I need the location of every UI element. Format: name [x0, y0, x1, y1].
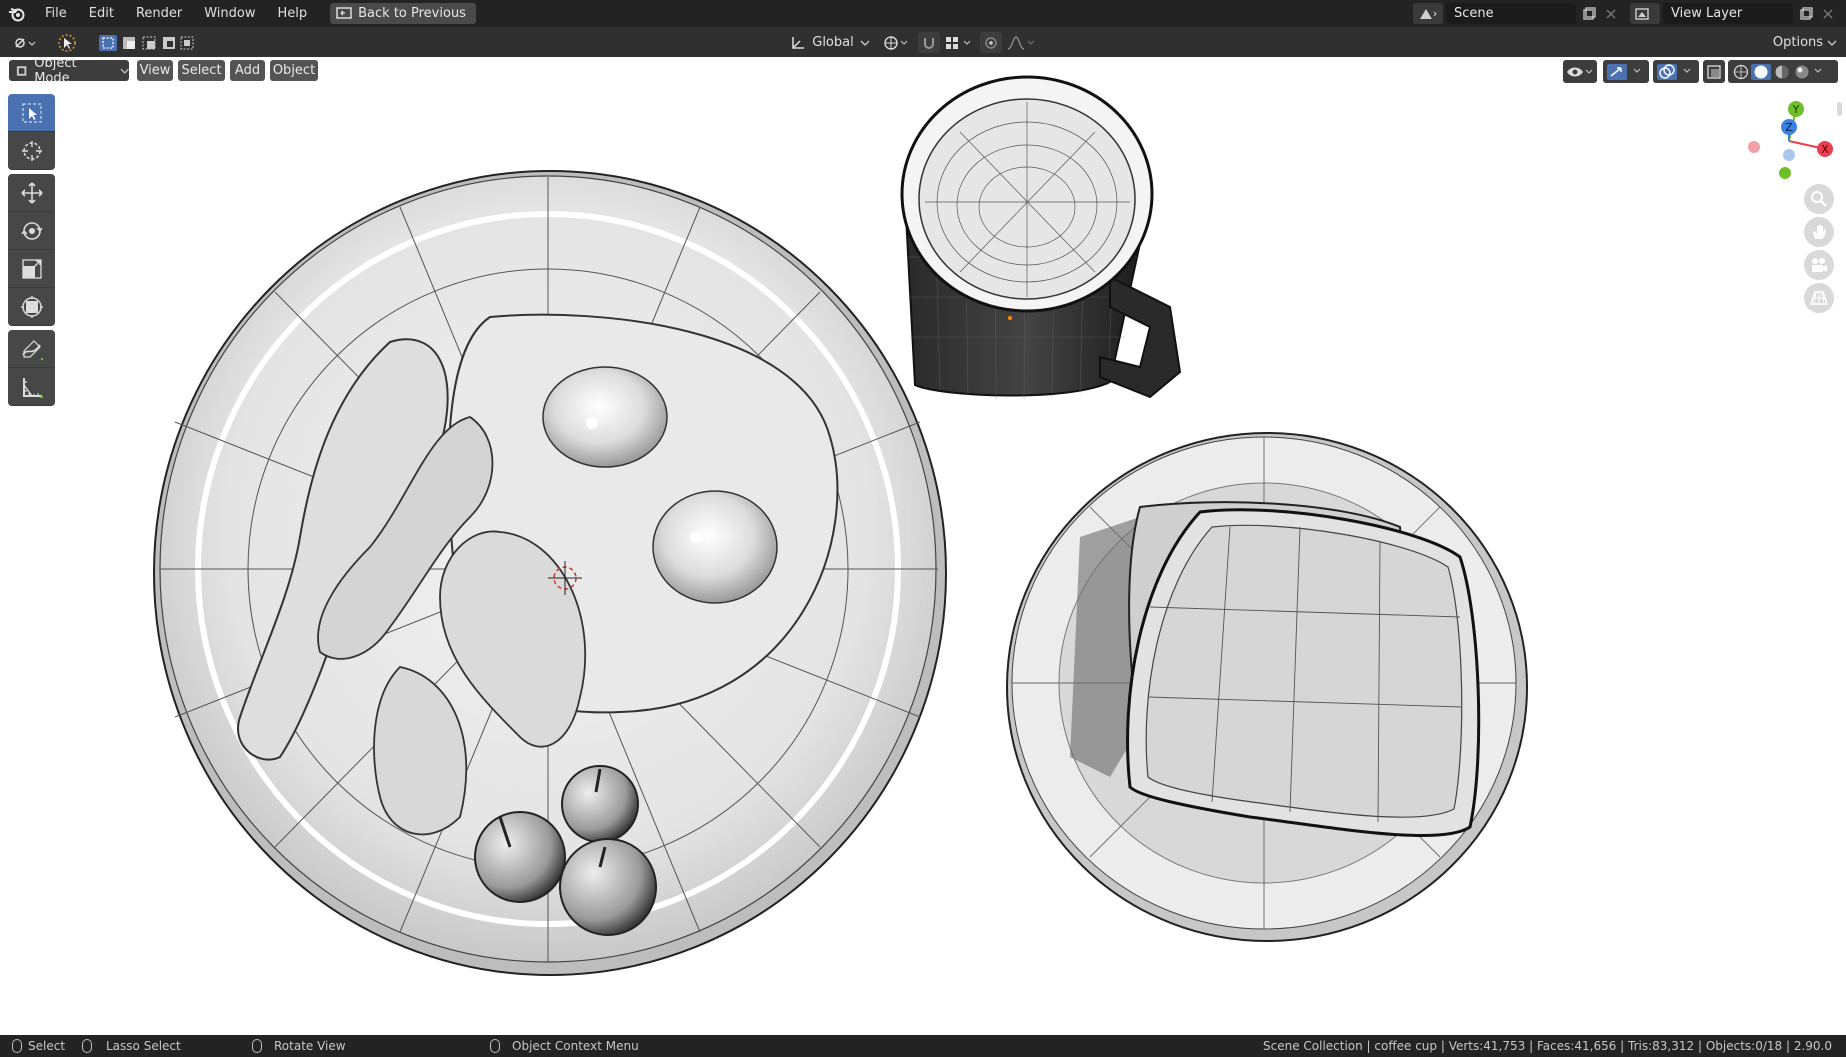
status-select-label: Select [28, 1039, 66, 1053]
select-box-tool[interactable] [8, 94, 55, 132]
gizmo-toggle-icon[interactable] [1603, 60, 1649, 83]
status-context-hint: Object Context Menu [490, 1035, 639, 1057]
view-layer-name-field[interactable]: View Layer [1663, 3, 1793, 24]
navigation-gizmo[interactable]: X Y Z [1745, 95, 1835, 185]
xray-toggle-icon[interactable] [1703, 60, 1725, 83]
pan-hand-icon[interactable] [1804, 217, 1834, 247]
blender-logo-icon[interactable] [0, 0, 34, 27]
editor-type-icon[interactable] [8, 32, 42, 53]
transform-orientation-select[interactable]: Global [787, 32, 873, 53]
annotate-tool[interactable] [8, 330, 55, 368]
tool-settings-bar: Global Options [0, 27, 1846, 57]
object-menu[interactable]: Object [270, 60, 318, 81]
scene-selector-button[interactable] [1413, 3, 1443, 24]
toast-plate [1006, 432, 1528, 942]
mouse-left-icon [12, 1039, 22, 1053]
chevron-down-icon [1827, 40, 1837, 46]
gizmo-z-label: Z [1785, 121, 1793, 134]
transform-tool[interactable] [8, 288, 55, 326]
mouse-drag-icon [82, 1039, 92, 1053]
camera-view-icon[interactable] [1804, 250, 1834, 280]
rotate-tool[interactable] [8, 212, 55, 250]
visibility-eye-icon[interactable] [1563, 60, 1597, 83]
status-bar: Select Lasso Select Rotate View Object C… [0, 1035, 1846, 1057]
perspective-grid-icon[interactable] [1804, 283, 1834, 313]
status-context-label: Object Context Menu [512, 1039, 639, 1053]
solid-shading-icon [1754, 65, 1768, 78]
status-rotate-label: Rotate View [274, 1039, 346, 1053]
back-to-previous-label: Back to Previous [358, 6, 466, 21]
back-to-previous-button[interactable]: Back to Previous [330, 3, 476, 24]
viewport-scrollbar[interactable] [1837, 102, 1842, 116]
new-scene-icon[interactable] [1578, 3, 1600, 24]
transform-icon [20, 295, 43, 318]
back-screen-icon [336, 6, 352, 19]
orientation-axes-icon [792, 36, 805, 49]
object-mode-label: Object Mode [34, 55, 77, 86]
new-view-layer-icon[interactable] [1795, 3, 1817, 24]
gizmo-x-label: X [1821, 143, 1829, 156]
menu-window[interactable]: Window [193, 0, 266, 27]
options-dropdown[interactable]: Options [1770, 32, 1840, 53]
close-view-layer-icon[interactable] [1819, 3, 1837, 24]
view-layer-icon [1635, 7, 1649, 20]
measure-ruler-icon [22, 377, 43, 398]
overlays-toggle-icon[interactable] [1653, 60, 1699, 83]
scene-statistics: Scene Collection | coffee cup | Verts:41… [1262, 1039, 1832, 1053]
pivot-point-icon[interactable] [880, 32, 912, 53]
menu-file[interactable]: File [34, 0, 78, 27]
snap-toggle-icon[interactable] [918, 32, 940, 53]
move-tool[interactable] [8, 174, 55, 212]
proportional-editing-icon[interactable] [980, 32, 1002, 53]
menu-edit[interactable]: Edit [78, 0, 125, 27]
menu-help[interactable]: Help [267, 0, 319, 27]
object-mode-icon [16, 65, 27, 76]
close-scene-icon[interactable] [1602, 3, 1620, 24]
menu-render[interactable]: Render [125, 0, 193, 27]
breakfast-plate [153, 170, 947, 976]
coffee-cup [900, 75, 1182, 400]
zoom-icon[interactable] [1804, 184, 1834, 214]
view-menu[interactable]: View [137, 60, 173, 81]
add-menu[interactable]: Add [230, 60, 265, 81]
select-menu[interactable]: Select [178, 60, 225, 81]
rotate-icon [20, 221, 43, 240]
scene-name-field[interactable]: Scene [1446, 3, 1576, 24]
move-arrows-icon [20, 181, 43, 204]
scene-icon [1420, 8, 1437, 19]
options-label: Options [1772, 35, 1824, 50]
transform-orientation-value: Global [812, 35, 854, 50]
scale-icon [21, 258, 42, 279]
active-tool-icon[interactable] [52, 32, 82, 53]
status-lasso-hint: Lasso Select [82, 1035, 181, 1057]
status-rotate-hint: Rotate View [252, 1035, 346, 1057]
cursor-tool[interactable] [8, 132, 55, 170]
chevron-down-icon [860, 40, 870, 46]
snap-target-icon[interactable] [942, 32, 976, 53]
annotate-pencil-icon [21, 339, 43, 360]
status-lasso-label: Lasso Select [106, 1039, 181, 1053]
rendered-shading-icon [1795, 65, 1809, 78]
measure-tool[interactable] [8, 368, 55, 406]
select-cursor-icon [21, 102, 42, 123]
mouse-right-icon [490, 1039, 500, 1053]
status-select-hint: Select [12, 1035, 65, 1057]
selection-mode-group [94, 32, 200, 53]
chevron-down-icon [120, 68, 129, 74]
gizmo-y-label: Y [1792, 103, 1800, 116]
falloff-curve-icon[interactable] [1004, 32, 1038, 53]
view-layer-selector-button[interactable] [1630, 3, 1660, 24]
object-mode-select[interactable]: Object Mode [9, 56, 129, 86]
scene-render [153, 75, 1528, 976]
tool-shelf [8, 94, 55, 406]
3d-cursor-icon [21, 140, 42, 161]
3d-viewport[interactable]: Object Mode View Select Add Object X Y Z [0, 56, 1846, 1035]
shading-mode-group[interactable] [1728, 60, 1838, 83]
mouse-middle-icon [252, 1039, 262, 1053]
top-menu-bar: File Edit Render Window Help Back to Pre… [0, 0, 1846, 27]
scale-tool[interactable] [8, 250, 55, 288]
